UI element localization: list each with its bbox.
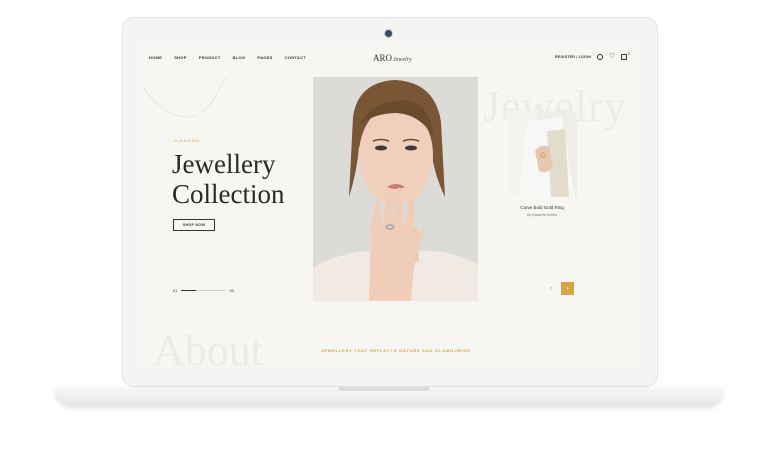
cart-icon[interactable]: 0 [621,52,630,60]
prev-arrow-icon[interactable]: ‹ [547,286,555,292]
decorative-curve [142,76,230,118]
slide-progress-fill [181,290,196,291]
cart-count: 0 [628,52,630,56]
next-arrow-icon[interactable]: › [561,282,574,295]
shop-now-button[interactable]: SHOP NOW [173,219,215,231]
product-author: By Natasha Hollen [527,213,557,217]
nav-shop[interactable]: SHOP [174,55,187,60]
nav-pages[interactable]: PAGES [257,55,272,60]
hero-eyebrow: DIAMOND [174,138,200,143]
main-nav: HOME SHOP PRODUCT BLOG PAGES CONTACT [149,55,306,60]
nav-product[interactable]: PRODUCT [199,55,221,60]
logo-main: ARO [373,53,393,63]
slider-pager: ‹ › [547,282,574,295]
site-logo[interactable]: AROJewelry [373,53,412,63]
slide-progress-bar [181,290,226,291]
product-name[interactable]: Curve Bold Gold Ring [507,205,577,210]
hero-title-line2: Collection [172,179,285,209]
camera-icon [385,30,392,37]
ghost-title-about: About [153,326,263,366]
header-actions: REGISTER / LOGIN ♡ 0 [555,52,630,60]
nav-contact[interactable]: CONTACT [285,55,306,60]
nav-home[interactable]: HOME [149,55,162,60]
heart-icon[interactable]: ♡ [609,53,615,60]
nav-blog[interactable]: BLOG [233,55,246,60]
logo-script: Jewelry [393,57,412,63]
model-illustration [313,77,478,301]
slide-total: 03 [229,288,234,293]
product-photo[interactable] [507,111,577,197]
website-screen: HOME SHOP PRODUCT BLOG PAGES CONTACT ARO… [141,45,635,366]
slide-current: 01 [173,288,178,293]
section-tagline: JEWELLERY THAT REFLECTS NATURE AND GLAMO… [321,348,471,353]
slide-counter: 01 03 [173,288,234,293]
model-photo [313,77,478,301]
hero-title-line1: Jewellery [172,149,276,179]
login-link[interactable]: REGISTER / LOGIN [555,55,591,59]
hero-title: Jewellery Collection [172,149,284,209]
laptop-base-notch [338,387,430,391]
search-icon[interactable] [597,54,603,60]
product-illustration [507,111,577,197]
